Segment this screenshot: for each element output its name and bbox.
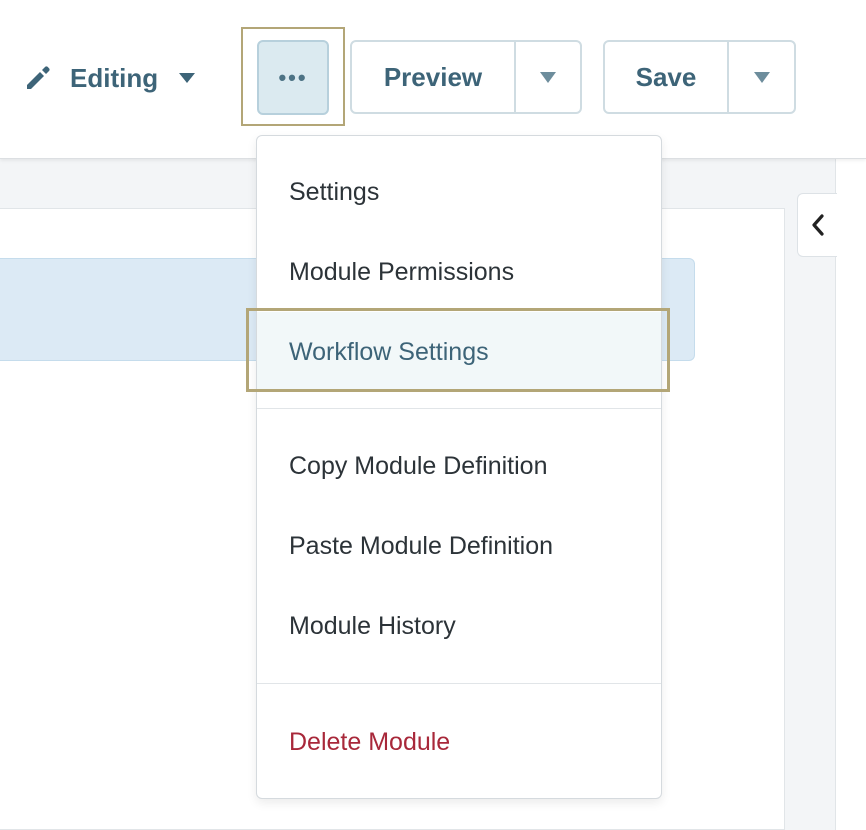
menu-item-module-history[interactable]: Module History — [257, 586, 661, 666]
menu-item-workflow-settings[interactable]: Workflow Settings — [257, 312, 661, 392]
menu-item-label: Module Permissions — [289, 257, 515, 286]
menu-item-copy-module-definition[interactable]: Copy Module Definition — [257, 426, 661, 506]
menu-item-label: Paste Module Definition — [289, 531, 554, 560]
caret-down-icon — [179, 73, 196, 83]
preview-button[interactable]: Preview — [352, 42, 516, 112]
editing-mode-dropdown[interactable]: Editing — [24, 58, 196, 98]
menu-item-paste-module-definition[interactable]: Paste Module Definition — [257, 506, 661, 586]
save-split-button: Save — [603, 40, 796, 114]
menu-item-label: Settings — [289, 177, 380, 206]
save-dropdown-button[interactable] — [729, 42, 794, 112]
menu-divider — [257, 683, 661, 684]
menu-divider — [257, 408, 661, 409]
chevron-left-icon — [811, 214, 824, 236]
menu-item-settings[interactable]: Settings — [257, 152, 661, 232]
menu-item-label: Delete Module — [289, 727, 451, 756]
more-actions-menu: Settings Module Permissions Workflow Set… — [256, 135, 662, 799]
menu-item-label: Workflow Settings — [289, 337, 489, 366]
right-panel-rail — [835, 158, 866, 830]
more-actions-button[interactable]: ••• — [257, 40, 329, 115]
caret-down-icon — [540, 71, 556, 83]
preview-split-button: Preview — [350, 40, 582, 114]
caret-down-icon — [753, 71, 770, 83]
menu-item-label: Module History — [289, 611, 456, 640]
editing-label: Editing — [70, 62, 159, 93]
menu-item-delete-module[interactable]: Delete Module — [257, 702, 661, 782]
more-button-highlight: ••• — [241, 27, 345, 126]
collapse-panel-button[interactable] — [797, 193, 837, 257]
save-button[interactable]: Save — [605, 42, 729, 112]
menu-item-label: Copy Module Definition — [289, 451, 548, 480]
preview-dropdown-button[interactable] — [516, 42, 580, 112]
save-label: Save — [635, 61, 697, 92]
pencil-icon — [27, 66, 50, 89]
menu-item-module-permissions[interactable]: Module Permissions — [257, 232, 661, 312]
preview-label: Preview — [383, 61, 483, 92]
ellipsis-icon: ••• — [278, 64, 308, 90]
